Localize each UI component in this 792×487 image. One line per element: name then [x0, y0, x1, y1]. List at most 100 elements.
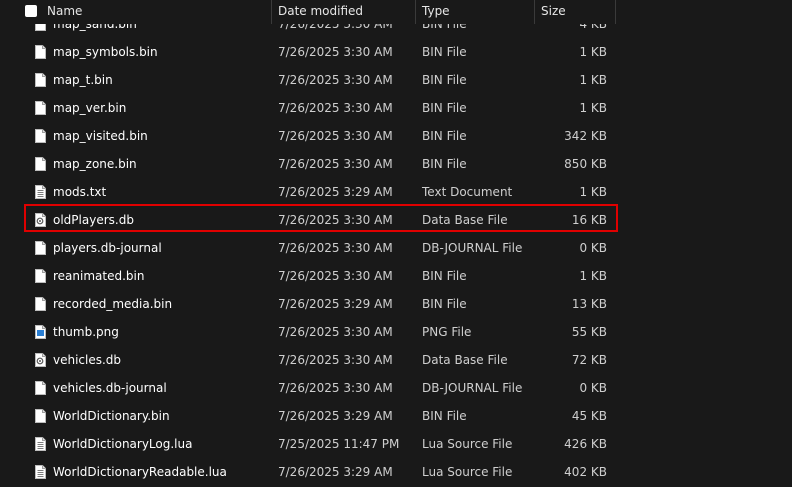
- file-size: 72 KB: [571, 353, 607, 367]
- file-type: BIN File: [422, 101, 467, 115]
- file-explorer: map_sand.bin 7/26/2025 3:30 AM BIN File 4 K…: [0, 0, 792, 487]
- file-row[interactable]: thumb.png 7/26/2025 3:30 AM PNG File 55 KB: [0, 318, 792, 346]
- file-date-modified: 7/26/2025 3:30 AM: [278, 381, 393, 395]
- file-name: oldPlayers.db: [53, 213, 134, 227]
- file-type: BIN File: [422, 73, 467, 87]
- file-icon: [35, 241, 46, 255]
- file-name: vehicles.db-journal: [53, 381, 167, 395]
- file-name: WorldDictionaryLog.lua: [53, 437, 193, 451]
- database-file-icon: [35, 353, 46, 367]
- file-row[interactable]: map_visited.bin 7/26/2025 3:30 AM BIN File…: [0, 122, 792, 150]
- file-type: BIN File: [422, 409, 467, 423]
- file-size: 55 KB: [571, 325, 607, 339]
- file-icon: [35, 129, 46, 143]
- sort-caret-icon[interactable]: ^: [142, 0, 150, 4]
- column-divider[interactable]: [271, 0, 272, 24]
- file-type: PNG File: [422, 325, 472, 339]
- file-row[interactable]: recorded_media.bin 7/26/2025 3:29 AM BIN F…: [0, 290, 792, 318]
- column-date-modified[interactable]: Date modified: [278, 0, 363, 22]
- file-size: 13 KB: [571, 297, 607, 311]
- column-type[interactable]: Type: [422, 0, 450, 22]
- file-row[interactable]: map_zone.bin 7/26/2025 3:30 AM BIN File 850…: [0, 150, 792, 178]
- file-row[interactable]: oldPlayers.db 7/26/2025 3:30 AM Data Base …: [0, 206, 792, 234]
- file-size: 1 KB: [579, 185, 607, 199]
- column-name[interactable]: Name: [47, 0, 82, 22]
- column-divider[interactable]: [534, 0, 535, 24]
- file-name: map_t.bin: [53, 73, 113, 87]
- file-size: 0 KB: [579, 381, 607, 395]
- text-file-icon: [35, 437, 46, 451]
- file-type: BIN File: [422, 297, 467, 311]
- file-type: BIN File: [422, 157, 467, 171]
- file-date-modified: 7/26/2025 3:29 AM: [278, 297, 393, 311]
- file-icon: [35, 157, 46, 171]
- file-date-modified: 7/26/2025 3:29 AM: [278, 465, 393, 479]
- file-icon: [35, 101, 46, 115]
- file-date-modified: 7/26/2025 3:30 AM: [278, 101, 393, 115]
- file-row[interactable]: mods.txt 7/26/2025 3:29 AM Text Document 1 …: [0, 178, 792, 206]
- file-icon: [35, 409, 46, 423]
- file-name: reanimated.bin: [53, 269, 145, 283]
- column-size[interactable]: Size: [541, 0, 566, 22]
- file-date-modified: 7/26/2025 3:30 AM: [278, 129, 393, 143]
- file-date-modified: 7/26/2025 3:30 AM: [278, 353, 393, 367]
- file-size: 1 KB: [579, 45, 607, 59]
- file-row[interactable]: players.db-journal 7/26/2025 3:30 AM DB-JO…: [0, 234, 792, 262]
- file-size: 426 KB: [564, 437, 607, 451]
- file-name: WorldDictionary.bin: [53, 409, 170, 423]
- file-row[interactable]: vehicles.db-journal 7/26/2025 3:30 AM DB-J…: [0, 374, 792, 402]
- text-file-icon: [35, 465, 46, 479]
- file-date-modified: 7/26/2025 3:30 AM: [278, 73, 393, 87]
- file-name: recorded_media.bin: [53, 297, 173, 311]
- file-row[interactable]: WorldDictionaryLog.lua 7/25/2025 11:47 PM…: [0, 430, 792, 458]
- file-name: map_ver.bin: [53, 101, 127, 115]
- file-size: 1 KB: [579, 269, 607, 283]
- file-size: 0 KB: [579, 241, 607, 255]
- file-size: 342 KB: [564, 129, 607, 143]
- file-icon: [35, 381, 46, 395]
- file-row[interactable]: reanimated.bin 7/26/2025 3:30 AM BIN File 1…: [0, 262, 792, 290]
- file-name: vehicles.db: [53, 353, 122, 367]
- file-date-modified: 7/26/2025 3:30 AM: [278, 213, 393, 227]
- file-date-modified: 7/26/2025 3:30 AM: [278, 241, 393, 255]
- file-row[interactable]: map_t.bin 7/26/2025 3:30 AM BIN File 1 KB: [0, 66, 792, 94]
- column-divider[interactable]: [415, 0, 416, 24]
- text-file-icon: [35, 185, 46, 199]
- file-name: mods.txt: [53, 185, 107, 199]
- file-size: 45 KB: [571, 409, 607, 423]
- file-date-modified: 7/26/2025 3:30 AM: [278, 269, 393, 283]
- file-size: 402 KB: [564, 465, 607, 479]
- file-date-modified: 7/26/2025 3:29 AM: [278, 185, 393, 199]
- file-row[interactable]: WorldDictionary.bin 7/26/2025 3:29 AM BIN …: [0, 402, 792, 430]
- file-name: WorldDictionaryReadable.lua: [53, 465, 227, 479]
- file-icon: [35, 73, 46, 87]
- file-type: DB-JOURNAL File: [422, 241, 523, 255]
- file-type: BIN File: [422, 129, 467, 143]
- file-date-modified: 7/25/2025 11:47 PM: [278, 437, 400, 451]
- file-row[interactable]: map_symbols.bin 7/26/2025 3:30 AM BIN File…: [0, 38, 792, 66]
- file-date-modified: 7/26/2025 3:30 AM: [278, 45, 393, 59]
- file-type: Data Base File: [422, 353, 508, 367]
- file-type: Data Base File: [422, 213, 508, 227]
- file-row[interactable]: WorldDictionaryReadable.lua 7/26/2025 3:2…: [0, 458, 792, 486]
- file-name: map_zone.bin: [53, 157, 137, 171]
- file-name: thumb.png: [53, 325, 119, 339]
- file-date-modified: 7/26/2025 3:29 AM: [278, 409, 393, 423]
- file-type: DB-JOURNAL File: [422, 381, 523, 395]
- file-name: map_visited.bin: [53, 129, 148, 143]
- file-type: Text Document: [422, 185, 513, 199]
- file-size: 850 KB: [564, 157, 607, 171]
- select-all-checkbox[interactable]: [25, 5, 37, 17]
- file-size: 16 KB: [571, 213, 607, 227]
- file-row[interactable]: map_ver.bin 7/26/2025 3:30 AM BIN File 1 KB: [0, 94, 792, 122]
- file-name: players.db-journal: [53, 241, 162, 255]
- file-type: Lua Source File: [422, 465, 513, 479]
- file-icon: [35, 269, 46, 283]
- file-type: BIN File: [422, 269, 467, 283]
- file-type: BIN File: [422, 45, 467, 59]
- image-file-icon: [35, 325, 46, 339]
- file-date-modified: 7/26/2025 3:30 AM: [278, 157, 393, 171]
- file-icon: [35, 297, 46, 311]
- file-row[interactable]: vehicles.db 7/26/2025 3:30 AM Data Base Fi…: [0, 346, 792, 374]
- column-divider[interactable]: [615, 0, 616, 24]
